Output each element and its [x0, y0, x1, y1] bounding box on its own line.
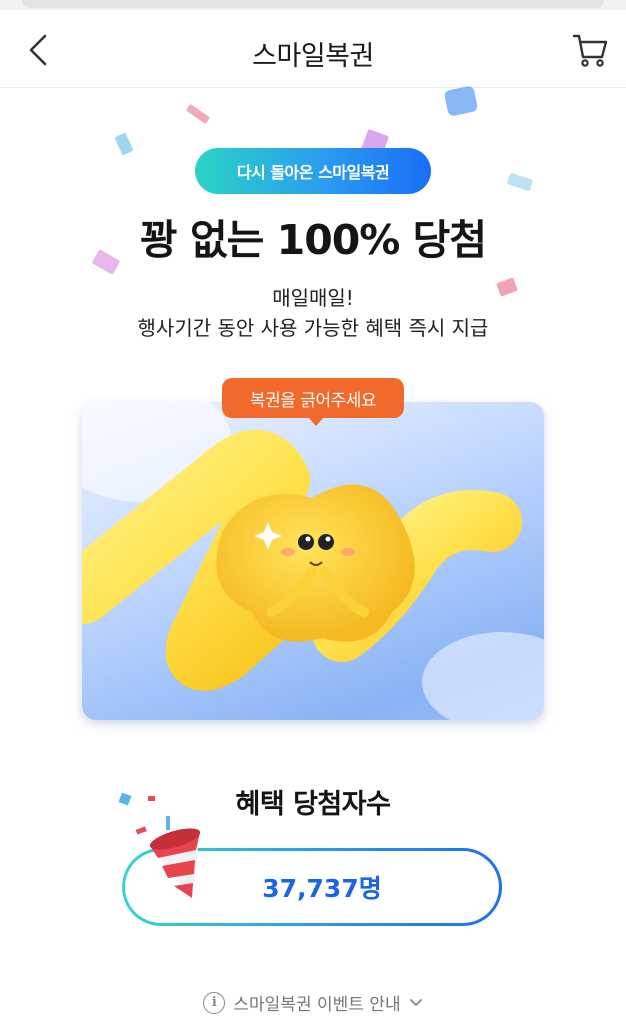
scratch-card-illustration [82, 402, 544, 720]
winners-title: 혜택 당첨자수 [235, 789, 391, 820]
confetti-piece [114, 132, 134, 156]
scratch-card[interactable] [82, 402, 544, 720]
event-info-label: 스마일복권 이벤트 안내 [233, 995, 401, 1015]
confetti-piece [506, 172, 534, 192]
event-info-link[interactable]: i 스마일복권 이벤트 안내 [0, 990, 626, 1015]
event-badge: 다시 돌아온 스마일복권 [195, 148, 431, 194]
cart-button[interactable] [568, 28, 612, 72]
page-title: 스마일복권 [252, 41, 374, 72]
party-popper-icon [118, 792, 201, 898]
info-icon: i [203, 991, 226, 1014]
app-header: 스마일복권 [0, 12, 626, 88]
hero-headline: 꽝 없는 100% 당첨 [139, 216, 487, 264]
scratch-tooltip: 복권을 긁어주세요 [222, 378, 404, 426]
hero-subline-benefit: 행사기간 동안 사용 가능한 혜택 즉시 지급 [137, 316, 489, 340]
hero-subline-daily: 매일매일! [272, 286, 354, 310]
confetti-piece [185, 103, 211, 125]
browser-top-strip [0, 0, 626, 10]
cart-icon [572, 34, 608, 67]
chevron-down-icon [409, 998, 422, 1006]
address-bar-edge [22, 0, 604, 8]
confetti-piece [443, 85, 479, 117]
